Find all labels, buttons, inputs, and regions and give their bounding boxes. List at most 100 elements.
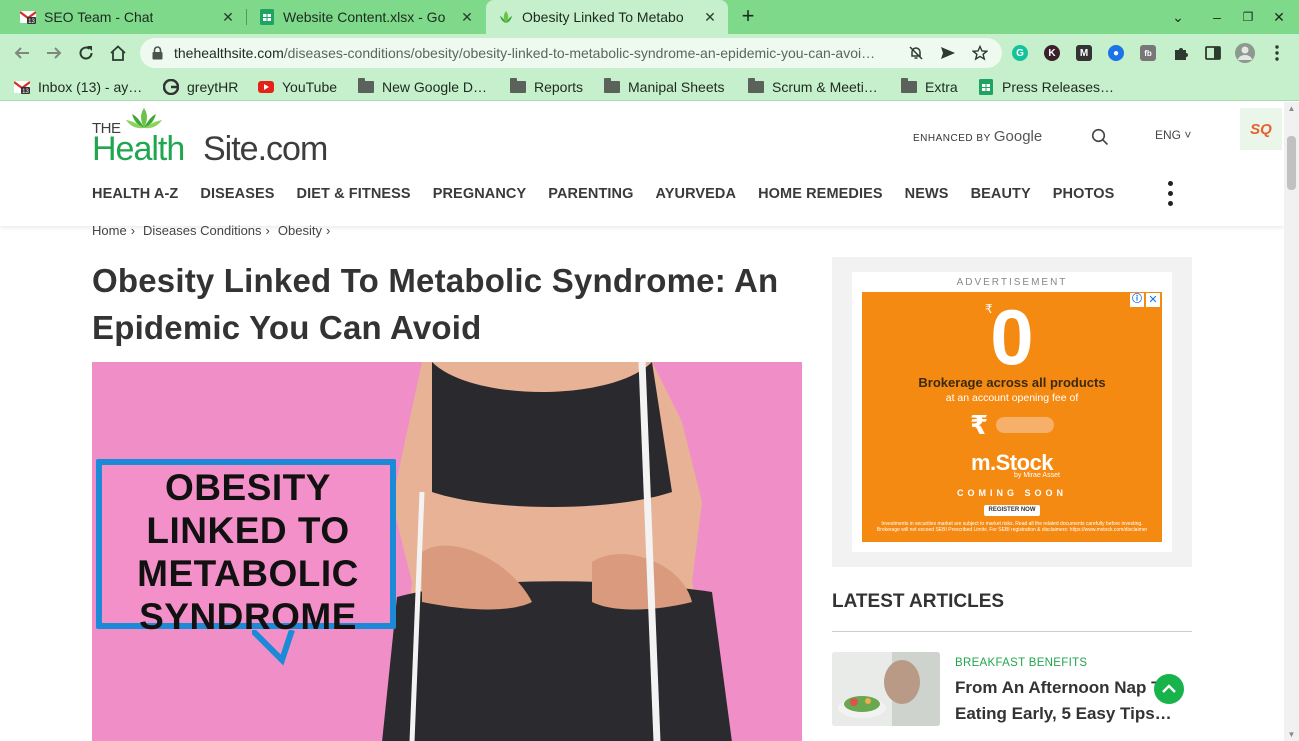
nav-ayurveda[interactable]: AYURVEDA — [655, 186, 736, 206]
tab-website-content[interactable]: Website Content.xlsx - Go ✕ — [247, 0, 485, 34]
folder-icon — [901, 78, 917, 95]
reload-icon[interactable] — [74, 41, 98, 65]
breadcrumb: Home › Diseases Conditions › Obesity › — [92, 223, 338, 238]
search-icon[interactable] — [1091, 128, 1109, 146]
nav-photos[interactable]: PHOTOS — [1053, 186, 1115, 206]
tab-seo-team-chat[interactable]: 13 SEO Team - Chat ✕ — [0, 0, 246, 34]
close-tab-icon[interactable]: ✕ — [702, 9, 718, 25]
more-menu-icon[interactable] — [1166, 181, 1174, 209]
back-to-top-button[interactable] — [1154, 674, 1184, 704]
tab-strip: 13 SEO Team - Chat ✕ Website Content.xls… — [0, 0, 1299, 34]
bookmark-label: YouTube — [282, 79, 338, 95]
bookmark-folder-reports[interactable]: Reports — [510, 77, 583, 97]
hero-line: LINKED TO — [146, 510, 350, 551]
home-icon[interactable] — [106, 41, 130, 65]
forward-icon[interactable] — [42, 41, 66, 65]
hero-line: OBESITY — [165, 467, 331, 508]
article-category[interactable]: BREAKFAST BENEFITS — [955, 657, 1087, 669]
send-to-devices-icon[interactable] — [940, 45, 956, 61]
nav-health-a-z[interactable]: HEALTH A-Z — [92, 186, 178, 206]
language-selector[interactable]: ENG ˅ — [1155, 128, 1191, 142]
scroll-down-icon[interactable]: ▼ — [1287, 730, 1296, 739]
folder-icon — [748, 78, 764, 95]
ad-frame: ADVERTISEMENT ₹ 0 Brokerage across all p… — [852, 272, 1172, 552]
bookmark-folder-scrum[interactable]: Scrum & Meeti… — [748, 77, 878, 97]
sq-badge-icon[interactable]: SQ — [1240, 108, 1282, 150]
fb-extension-icon[interactable]: fb — [1140, 45, 1156, 61]
enhanced-label: ENHANCED BY — [913, 133, 991, 144]
tab-title: Website Content.xlsx - Go — [283, 9, 446, 25]
bookmark-folder-manipal-sheets[interactable]: Manipal Sheets — [604, 77, 725, 97]
folder-icon — [510, 78, 526, 95]
extensions-puzzle-icon[interactable] — [1169, 41, 1193, 65]
notifications-blocked-icon[interactable] — [908, 45, 924, 61]
bookmark-label: Inbox (13) - ay… — [38, 79, 143, 95]
ad-fee-currency: ₹ — [970, 410, 989, 440]
scroll-up-icon[interactable]: ▲ — [1287, 104, 1296, 113]
url-text[interactable]: thehealthsite.com/diseases-conditions/ob… — [174, 45, 904, 61]
folder-icon — [604, 78, 620, 95]
nav-diseases[interactable]: DISEASES — [200, 186, 274, 206]
hero-line: METABOLIC — [137, 553, 359, 594]
close-window-icon[interactable]: ✕ — [1270, 8, 1288, 26]
grammarly-icon[interactable]: G — [1012, 45, 1028, 61]
latest-article-item[interactable]: BREAKFAST BENEFITS From An Afternoon Nap… — [832, 652, 1192, 728]
nav-diet-fitness[interactable]: DIET & FITNESS — [297, 186, 411, 206]
screen-recorder-icon[interactable]: ● — [1108, 45, 1124, 61]
lock-icon[interactable] — [152, 46, 163, 65]
k-extension-icon[interactable]: K — [1044, 45, 1060, 61]
bookmarks-bar: 13 Inbox (13) - ay… greytHR YouTube New … — [0, 72, 1299, 101]
site-logo[interactable]: THE Health Site.com — [92, 108, 332, 168]
close-tab-icon[interactable]: ✕ — [220, 9, 236, 25]
ad-register-button[interactable]: REGISTER NOW — [984, 505, 1040, 516]
site-header: THE Health Site.com ENHANCED BY Google E… — [0, 102, 1284, 226]
bookmark-folder-extra[interactable]: Extra — [901, 77, 958, 97]
bookmark-label: Scrum & Meeti… — [772, 79, 878, 95]
nav-parenting[interactable]: PARENTING — [548, 186, 633, 206]
nav-pregnancy[interactable]: PREGNANCY — [433, 186, 527, 206]
article-title[interactable]: From An Afternoon Nap To Eating Early, 5… — [955, 675, 1185, 727]
nav-beauty[interactable]: BEAUTY — [971, 186, 1031, 206]
logo-site: Site.com — [203, 130, 328, 168]
ad-close-icon[interactable]: ✕ — [1146, 293, 1160, 307]
reading-list-icon[interactable] — [1201, 41, 1225, 65]
thehealthsite-favicon — [498, 9, 514, 25]
breadcrumb-home[interactable]: Home — [92, 223, 127, 238]
google-brand: Google — [993, 128, 1043, 145]
bookmark-label: Extra — [925, 79, 958, 95]
m-extension-icon[interactable]: M — [1076, 45, 1092, 61]
article-thumbnail[interactable] — [832, 652, 940, 726]
ad-amount: 0 — [990, 293, 1034, 381]
divider — [832, 631, 1192, 632]
bookmark-greythr[interactable]: greytHR — [163, 77, 238, 97]
back-icon[interactable] — [10, 41, 34, 65]
browser-menu-icon[interactable] — [1265, 41, 1289, 65]
address-bar[interactable]: thehealthsite.com/diseases-conditions/ob… — [140, 38, 1002, 68]
restore-icon[interactable]: ❐ — [1239, 8, 1257, 26]
profile-avatar[interactable] — [1233, 41, 1257, 65]
tab-obesity-article[interactable]: Obesity Linked To Metabo ✕ — [486, 0, 728, 34]
tab-search-icon[interactable]: ⌄ — [1169, 8, 1187, 26]
ad-fee-blur — [996, 417, 1054, 433]
minimize-icon[interactable]: – — [1208, 8, 1226, 26]
nav-news[interactable]: NEWS — [905, 186, 949, 206]
sheets-icon — [978, 79, 994, 95]
breadcrumb-obesity[interactable]: Obesity — [278, 223, 322, 238]
bookmark-inbox[interactable]: 13 Inbox (13) - ay… — [14, 77, 142, 97]
bookmark-label: New Google D… — [382, 79, 488, 95]
page-scrollbar[interactable]: ▲ ▼ — [1284, 102, 1299, 741]
ad-coming-soon: COMING SOON — [956, 488, 1067, 498]
nav-home-remedies[interactable]: HOME REMEDIES — [758, 186, 883, 206]
breadcrumb-separator: › — [265, 223, 270, 238]
folder-icon — [358, 78, 374, 95]
new-tab-button[interactable]: + — [737, 5, 759, 28]
mstock-ad[interactable]: ₹ 0 Brokerage across all products at an … — [862, 292, 1162, 542]
bookmark-folder-new-google-d[interactable]: New Google D… — [358, 77, 487, 97]
bookmark-youtube[interactable]: YouTube — [258, 77, 337, 97]
adchoices-icon[interactable]: ⓘ — [1130, 293, 1144, 307]
close-tab-icon[interactable]: ✕ — [459, 9, 475, 25]
bookmark-press-releases[interactable]: Press Releases… — [978, 77, 1114, 97]
breadcrumb-diseases[interactable]: Diseases Conditions — [143, 223, 262, 238]
scrollbar-thumb[interactable] — [1287, 136, 1296, 190]
bookmark-star-icon[interactable] — [972, 45, 988, 61]
